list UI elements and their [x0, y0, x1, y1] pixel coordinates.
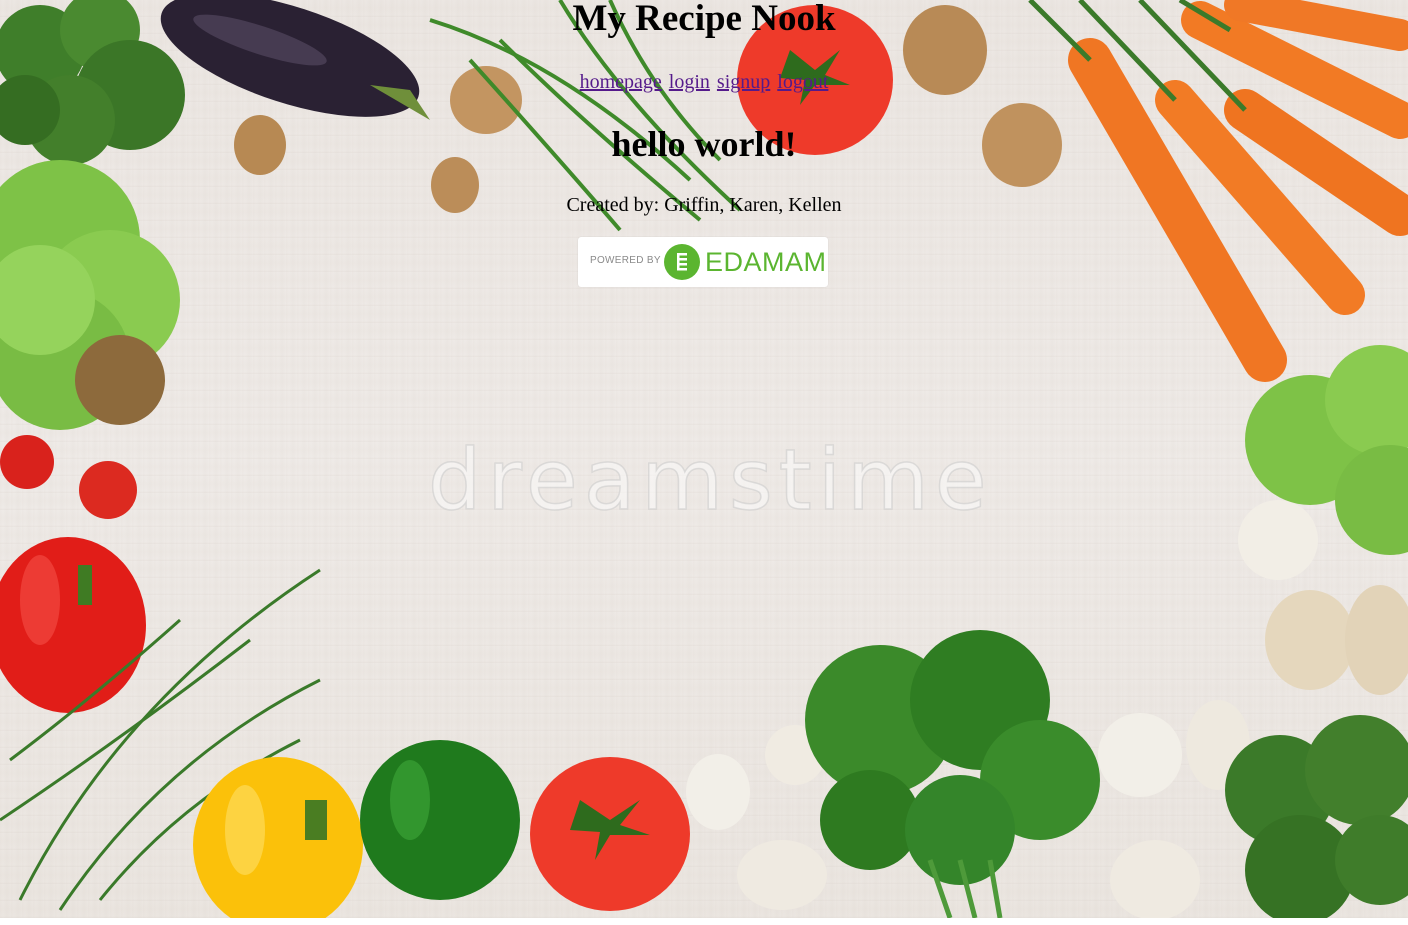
tomato-bottom	[530, 757, 690, 911]
main-nav: homepage login signup logout	[0, 70, 1408, 94]
carrots	[1028, 0, 1408, 382]
site-title: My Recipe Nook	[572, 0, 836, 39]
yellow-pepper	[193, 757, 363, 918]
edamam-badge[interactable]: POWERED BY EDAMAM	[578, 237, 828, 287]
broccoli-bottom-right	[1225, 715, 1408, 918]
nav-link-logout[interactable]: logout	[777, 71, 828, 93]
credits-text: Created by: Griffin, Karen, Kellen	[566, 194, 842, 216]
bottom-strip	[0, 918, 1408, 925]
greeting-heading: hello world!	[611, 124, 797, 164]
edamam-brand: EDAMAM	[705, 247, 827, 277]
parsley	[805, 630, 1100, 918]
edamam-logo-icon	[664, 244, 700, 280]
green-pepper	[360, 740, 520, 900]
red-pepper	[0, 537, 146, 713]
nav-link-login[interactable]: login	[669, 71, 710, 93]
nav-link-homepage[interactable]: homepage	[580, 71, 662, 93]
watermark: dreamstime	[427, 431, 993, 529]
nav-link-signup[interactable]: signup	[717, 71, 770, 93]
powered-by-label: POWERED BY	[590, 255, 661, 266]
